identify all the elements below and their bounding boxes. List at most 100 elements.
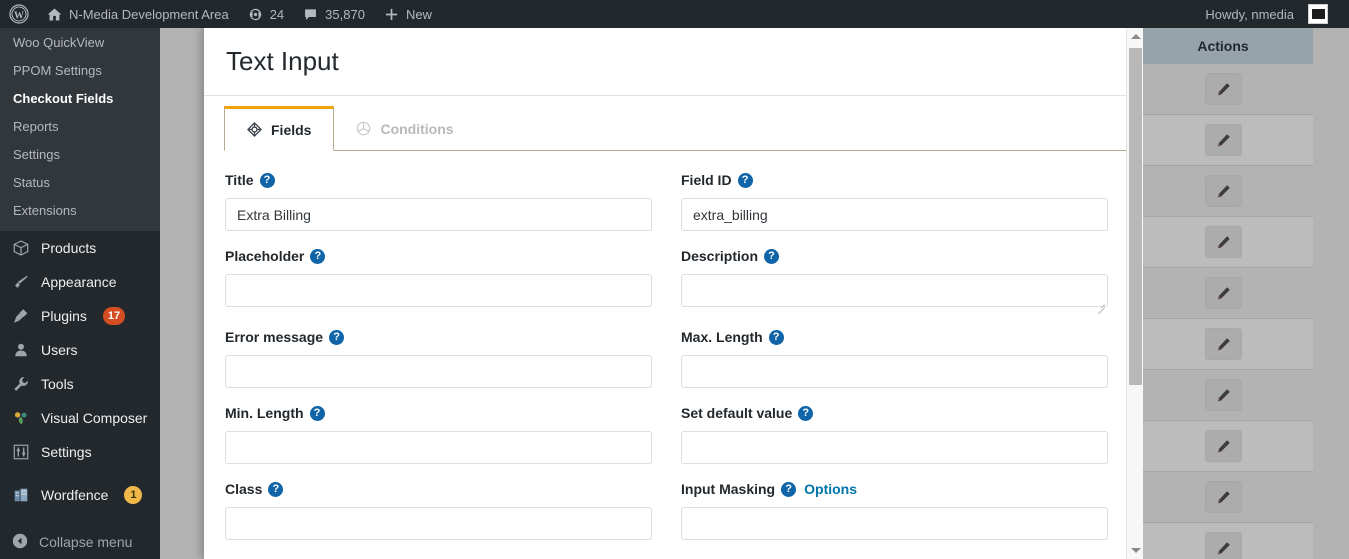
input-description[interactable] bbox=[681, 274, 1108, 307]
collapse-menu-button[interactable]: Collapse menu bbox=[0, 525, 160, 559]
sidebar-item-visual-composer[interactable]: Visual Composer bbox=[0, 401, 160, 435]
input-title[interactable] bbox=[225, 198, 652, 231]
sidebar-item-wordfence[interactable]: Wordfence 1 bbox=[0, 478, 160, 512]
pencil-edit-icon bbox=[1217, 388, 1230, 401]
pencil-edit-icon bbox=[1217, 82, 1230, 95]
modal-header: Text Input bbox=[204, 28, 1137, 96]
table-cell-actions bbox=[1133, 430, 1313, 462]
modal-scrollbar[interactable] bbox=[1126, 28, 1143, 559]
help-icon[interactable]: ? bbox=[781, 481, 797, 497]
comments-menu[interactable]: 35,870 bbox=[293, 0, 374, 28]
sidebar-item-label: Tools bbox=[41, 376, 74, 392]
field-label-description: Description? bbox=[681, 247, 1108, 265]
updates-count: 24 bbox=[269, 6, 285, 22]
submenu-item-ppom-settings[interactable]: PPOM Settings bbox=[0, 57, 160, 85]
submenu-item-settings[interactable]: Settings bbox=[0, 141, 160, 169]
label-text: Min. Length bbox=[225, 405, 304, 421]
sidebar-item-label: Products bbox=[41, 240, 97, 256]
sidebar-item-tools[interactable]: Tools bbox=[0, 367, 160, 401]
submenu-item-reports[interactable]: Reports bbox=[0, 113, 160, 141]
my-account-menu[interactable]: Howdy, nmedia bbox=[1196, 0, 1337, 28]
input-set-default-value[interactable] bbox=[681, 431, 1108, 464]
submenu-item-extensions[interactable]: Extensions bbox=[0, 197, 160, 225]
sidebar-item-label: Appearance bbox=[41, 274, 117, 290]
help-icon[interactable]: ? bbox=[268, 481, 284, 497]
sidebar-item-settings[interactable]: Settings bbox=[0, 435, 160, 469]
updates-icon bbox=[247, 6, 264, 23]
wordpress-logo-icon[interactable]: W bbox=[0, 0, 37, 28]
tab-fields[interactable]: Fields bbox=[224, 106, 335, 151]
edit-field-button[interactable] bbox=[1204, 430, 1242, 462]
pencil-edit-icon bbox=[1217, 490, 1230, 503]
scrollbar-thumb[interactable] bbox=[1129, 48, 1142, 385]
pencil-edit-icon bbox=[1217, 439, 1230, 452]
sidebar-item-products[interactable]: Products bbox=[0, 231, 160, 265]
field-label-min-length: Min. Length? bbox=[225, 404, 652, 422]
input-input-masking[interactable] bbox=[681, 507, 1108, 540]
site-name-label: N-Media Development Area bbox=[69, 6, 229, 22]
field-label-set-default-value: Set default value? bbox=[681, 404, 1108, 422]
input-min-length[interactable] bbox=[225, 431, 652, 464]
home-icon bbox=[46, 6, 63, 23]
plugins-plug-icon bbox=[11, 306, 31, 326]
new-content-menu[interactable]: New bbox=[374, 0, 441, 28]
input-max-length[interactable] bbox=[681, 355, 1108, 388]
sidebar-item-label: Users bbox=[41, 342, 78, 358]
pencil-edit-icon bbox=[1217, 337, 1230, 350]
updates-menu[interactable]: 24 bbox=[238, 0, 293, 28]
tab-conditions-label: Conditions bbox=[380, 120, 454, 137]
label-text: Title bbox=[225, 172, 254, 188]
edit-field-button[interactable] bbox=[1204, 481, 1242, 513]
site-name-menu[interactable]: N-Media Development Area bbox=[37, 0, 238, 28]
edit-field-button[interactable] bbox=[1204, 328, 1242, 360]
field-set-default-value: Set default value? bbox=[681, 404, 1108, 464]
label-text: Class bbox=[225, 481, 263, 497]
submenu-item-checkout-fields[interactable]: Checkout Fields bbox=[0, 85, 160, 113]
help-icon[interactable]: ? bbox=[329, 329, 345, 345]
label-text: Set default value bbox=[681, 405, 793, 421]
input-placeholder[interactable] bbox=[225, 274, 652, 307]
submenu-item-status[interactable]: Status bbox=[0, 169, 160, 197]
table-cell-actions bbox=[1133, 328, 1313, 360]
scroll-down-arrow-icon[interactable] bbox=[1127, 542, 1144, 559]
table-cell-actions bbox=[1133, 175, 1313, 207]
field-placeholder: Placeholder? bbox=[225, 247, 652, 312]
table-cell-actions bbox=[1133, 481, 1313, 513]
sidebar-item-users[interactable]: Users bbox=[0, 333, 160, 367]
field-label-error-message: Error message? bbox=[225, 328, 652, 346]
scroll-up-arrow-icon[interactable] bbox=[1127, 28, 1144, 45]
sidebar-item-plugins[interactable]: Plugins 17 bbox=[0, 299, 160, 333]
input-class[interactable] bbox=[225, 507, 652, 540]
input-error-message[interactable] bbox=[225, 355, 652, 388]
edit-field-button[interactable] bbox=[1204, 379, 1242, 411]
input-masking-options-link[interactable]: Options bbox=[804, 481, 857, 497]
edit-field-button[interactable] bbox=[1204, 73, 1242, 105]
admin-main-menu: Products Appearance Plugins 17 Users Tools Vis… bbox=[0, 231, 160, 512]
help-icon[interactable]: ? bbox=[309, 405, 325, 421]
edit-field-button[interactable] bbox=[1204, 124, 1242, 156]
field-min-length: Min. Length? bbox=[225, 404, 652, 464]
wp-admin-bar: W N-Media Development Area 24 35,870 New… bbox=[0, 0, 1349, 28]
submenu-item-woo-quickview[interactable]: Woo QuickView bbox=[0, 29, 160, 57]
field-title: Title? bbox=[225, 171, 652, 231]
edit-field-button[interactable] bbox=[1204, 532, 1242, 559]
help-icon[interactable]: ? bbox=[768, 329, 784, 345]
edit-field-button[interactable] bbox=[1204, 226, 1242, 258]
screen: d Actions Text Input Fields bbox=[0, 0, 1349, 559]
input-field-id[interactable] bbox=[681, 198, 1108, 231]
howdy-label: Howdy, nmedia bbox=[1205, 6, 1294, 22]
edit-field-button[interactable] bbox=[1204, 277, 1242, 309]
wordfence-building-icon bbox=[11, 485, 31, 505]
help-icon[interactable]: ? bbox=[310, 248, 326, 264]
edit-field-button[interactable] bbox=[1204, 175, 1242, 207]
new-content-label: New bbox=[405, 6, 432, 22]
tab-conditions[interactable]: Conditions bbox=[334, 106, 475, 151]
help-icon[interactable]: ? bbox=[798, 405, 814, 421]
conditions-circle-icon bbox=[356, 121, 371, 136]
help-icon[interactable]: ? bbox=[764, 248, 780, 264]
comment-bubble-icon bbox=[302, 6, 319, 23]
help-icon[interactable]: ? bbox=[259, 172, 275, 188]
help-icon[interactable]: ? bbox=[737, 172, 753, 188]
sidebar-item-appearance[interactable]: Appearance bbox=[0, 265, 160, 299]
field-settings-form: Title?Field ID?Placeholder?Description?E… bbox=[204, 151, 1137, 556]
